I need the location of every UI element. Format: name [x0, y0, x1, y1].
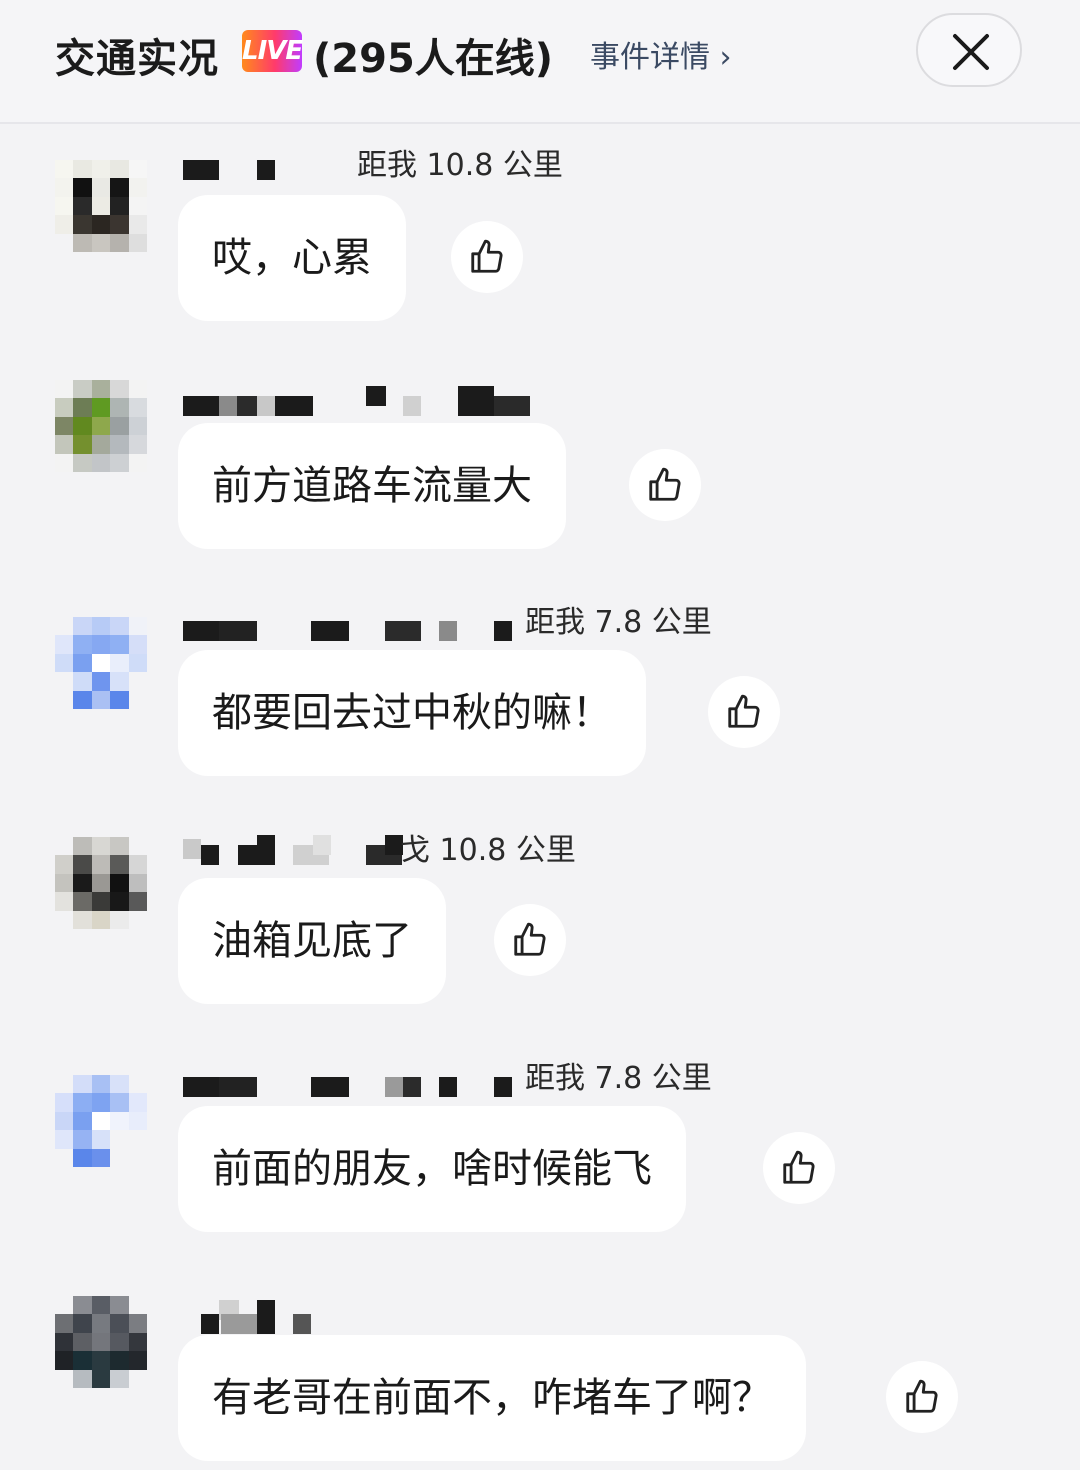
like-button[interactable]: [494, 904, 566, 976]
distance-label: 距我 7.8 公里: [525, 605, 712, 640]
comment-bubble: 前面的朋友，啥时候能飞: [178, 1106, 686, 1232]
online-count: (295人在线): [313, 36, 554, 82]
comment-item: 前方道路车流量大: [0, 370, 1080, 560]
comment-item: 距我 7.8 公里 都要回去过中秋的嘛！: [0, 597, 1080, 787]
avatar[interactable]: [55, 1296, 147, 1388]
close-icon: [953, 34, 989, 70]
distance-label: 距我 10.8 公里: [357, 148, 563, 183]
comment-bubble: 有老哥在前面不，咋堵车了啊？: [178, 1335, 806, 1461]
comment-item: 距我 10.8 公里 哎，心累: [0, 140, 1080, 330]
comment-bubble: 油箱见底了: [178, 878, 446, 1004]
thumbs-up-icon: [514, 922, 546, 956]
event-details-link[interactable]: 事件详情 ›: [590, 32, 732, 76]
distance-label: 戈 10.8 公里: [400, 833, 576, 868]
avatar[interactable]: [55, 1075, 147, 1167]
comment-item: 戈 10.8 公里 油箱见底了: [0, 825, 1080, 1015]
thumbs-up-icon: [471, 239, 503, 273]
avatar[interactable]: [55, 160, 147, 252]
like-button[interactable]: [886, 1361, 958, 1433]
close-button[interactable]: [916, 13, 1022, 87]
page-title: 交通实况: [55, 36, 219, 82]
like-button[interactable]: [763, 1132, 835, 1204]
comment-bubble: 都要回去过中秋的嘛！: [178, 650, 646, 776]
thumbs-up-icon: [649, 467, 681, 501]
avatar[interactable]: [55, 380, 147, 472]
comment-item: 距我 7.8 公里 前面的朋友，啥时候能飞: [0, 1053, 1080, 1243]
event-details-label: 事件详情: [590, 40, 710, 75]
thumbs-up-icon: [783, 1150, 815, 1184]
comment-bubble: 哎，心累: [178, 195, 406, 321]
avatar[interactable]: [55, 617, 147, 709]
comment-item: 有老哥在前面不，咋堵车了啊？: [0, 1280, 1080, 1470]
like-button[interactable]: [629, 449, 701, 521]
live-badge: LIVE: [242, 30, 303, 72]
comment-bubble: 前方道路车流量大: [178, 423, 566, 549]
avatar[interactable]: [55, 837, 147, 929]
distance-label: 距我 7.8 公里: [525, 1061, 712, 1096]
thumbs-up-icon: [728, 694, 760, 728]
chevron-right-icon: ›: [719, 40, 732, 75]
like-button[interactable]: [451, 221, 523, 293]
like-button[interactable]: [708, 676, 780, 748]
header: 交通实况 LIVE (295人在线) 事件详情 ›: [0, 0, 1080, 124]
thumbs-up-icon: [906, 1379, 938, 1413]
